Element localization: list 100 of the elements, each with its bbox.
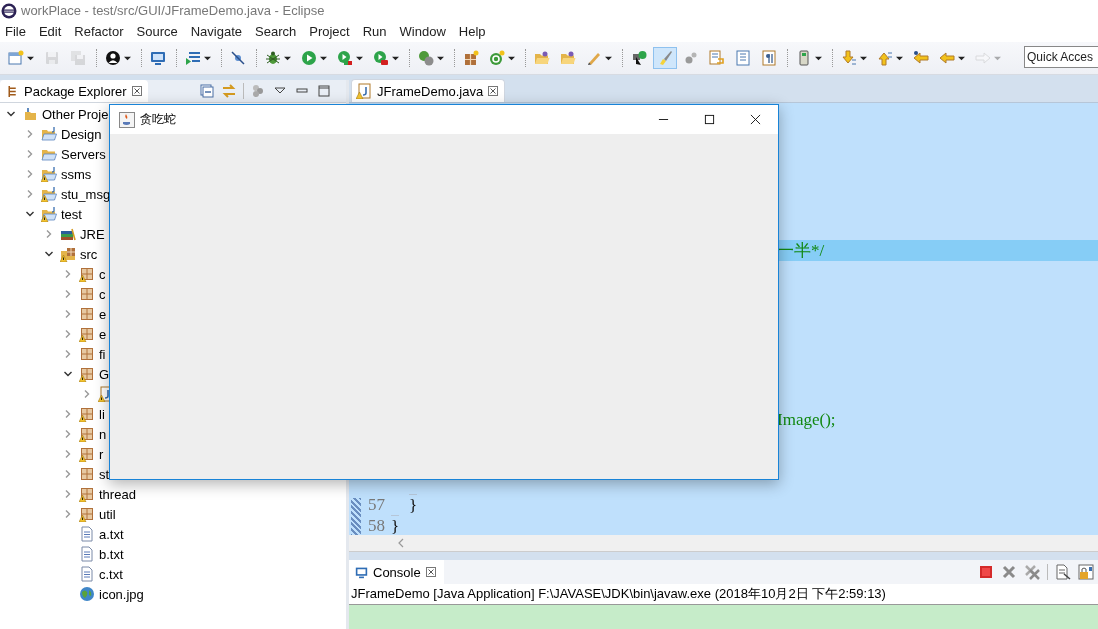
menu-item[interactable]: Search (251, 24, 301, 39)
close-icon[interactable] (488, 86, 499, 96)
caret-icon (284, 54, 291, 62)
tree-item-label[interactable]: Servers (61, 146, 106, 162)
collapse-chevron-icon[interactable] (25, 209, 35, 219)
maximize-icon (703, 114, 715, 125)
tree-item-label[interactable]: li (99, 406, 105, 422)
expand-chevron-icon[interactable] (44, 229, 54, 239)
expand-chevron-icon[interactable] (25, 129, 35, 139)
tree-item-label[interactable]: Design (61, 126, 102, 142)
expand-chevron-icon[interactable] (63, 289, 73, 299)
tree-item-label[interactable]: thread (99, 486, 136, 502)
tree-item-label[interactable]: ssms (61, 166, 92, 182)
refresh-icon (418, 50, 434, 66)
tree-item-label[interactable]: a.txt (99, 526, 124, 542)
tree-item-label[interactable]: c (99, 286, 106, 302)
tree-item-label[interactable]: util (99, 506, 116, 522)
tree-item-label[interactable]: icon.jpg (99, 586, 144, 602)
class-icon (489, 50, 505, 66)
tab-label: Console (373, 564, 421, 580)
tree-item-label[interactable]: e (99, 326, 107, 342)
menu-item[interactable]: Window (395, 24, 450, 39)
expand-chevron-icon[interactable] (63, 409, 73, 419)
tree-item-label[interactable]: G (99, 366, 110, 382)
quick-access-field[interactable]: Quick Acces (1024, 46, 1098, 68)
tab-label: Package Explorer (24, 83, 127, 99)
remove-all-icon[interactable] (1024, 564, 1040, 580)
close-icon[interactable] (425, 567, 436, 577)
collapse-all-icon[interactable] (199, 83, 215, 99)
scroll-left-icon[interactable] (397, 538, 405, 548)
caret-icon (815, 54, 822, 62)
scroll-lock-icon[interactable] (1078, 564, 1094, 580)
focus-icon[interactable] (250, 83, 266, 99)
tree-item-label[interactable]: c (99, 266, 106, 282)
tab-label: JFrameDemo.java (377, 83, 484, 99)
bug-icon (265, 50, 281, 66)
menu-item[interactable]: Navigate (186, 24, 246, 39)
folder-icon (534, 50, 550, 66)
window-title: workPlace - test/src/GUI/JFrameDemo.java - Eclipse (21, 3, 325, 18)
editor-tab[interactable]: JFrameDemo.java (351, 79, 506, 102)
tree-item-label[interactable]: st (99, 466, 110, 482)
down-arrow-icon (841, 50, 857, 66)
expand-chevron-icon[interactable] (63, 469, 73, 479)
menu-item[interactable]: Help (454, 24, 490, 39)
collapse-chevron-icon[interactable] (6, 109, 16, 119)
menu-item[interactable]: Edit (34, 24, 66, 39)
maximize-icon[interactable] (316, 83, 332, 99)
expand-chevron-icon[interactable] (25, 169, 35, 179)
save-all-icon (70, 50, 86, 66)
expand-chevron-icon[interactable] (63, 309, 73, 319)
tree-item-label[interactable]: r (99, 446, 104, 462)
tree-item-label[interactable]: JRE (80, 226, 105, 242)
brush-icon (657, 50, 673, 66)
expand-chevron-icon[interactable] (25, 189, 35, 199)
caret-icon (204, 54, 211, 62)
expand-chevron-icon[interactable] (63, 449, 73, 459)
tree-item-label[interactable]: test (61, 206, 82, 222)
stop-icon[interactable] (978, 564, 994, 580)
tree-item-label[interactable]: Other Proje (42, 106, 109, 122)
menu-item[interactable]: Run (358, 24, 391, 39)
remove-icon[interactable] (1001, 564, 1017, 580)
menu-item[interactable]: Source (132, 24, 182, 39)
pen-icon (586, 50, 602, 66)
caret-icon (605, 54, 612, 62)
document-icon[interactable] (1055, 564, 1071, 580)
expand-chevron-icon[interactable] (63, 349, 73, 359)
caret-icon (320, 54, 327, 62)
menu-item[interactable]: Refactor (70, 24, 128, 39)
caret-icon (958, 54, 965, 62)
tree-item-label[interactable]: c.txt (99, 566, 123, 582)
package-explorer-tab[interactable]: Package Explorer (0, 80, 148, 102)
close-icon[interactable] (131, 86, 142, 96)
link-icon[interactable] (221, 83, 237, 99)
gears-icon (683, 50, 699, 66)
java-file-icon (356, 83, 372, 99)
menu-item[interactable]: File (1, 24, 30, 39)
tree-item-label[interactable]: fi (99, 346, 106, 362)
menu-item[interactable]: Project (305, 24, 354, 39)
tree-item-label[interactable]: src (80, 246, 98, 262)
console-tab[interactable]: Console (349, 560, 444, 584)
person-icon (105, 50, 121, 66)
device-icon (796, 50, 812, 66)
expand-chevron-icon[interactable] (63, 509, 73, 519)
expand-chevron-icon[interactable] (82, 389, 92, 399)
expand-chevron-icon[interactable] (63, 269, 73, 279)
tree-item-label[interactable]: n (99, 426, 107, 442)
expand-chevron-icon[interactable] (63, 489, 73, 499)
expand-chevron-icon[interactable] (25, 149, 35, 159)
expand-chevron-icon[interactable] (63, 329, 73, 339)
collapse-chevron-icon[interactable] (44, 249, 54, 259)
collapse-chevron-icon[interactable] (63, 369, 73, 379)
tree-item-label[interactable]: e (99, 306, 107, 322)
caret-icon (27, 54, 34, 62)
list-icon (185, 50, 201, 66)
tree-item-label[interactable]: stu_msg (61, 186, 111, 202)
tree-item-label[interactable]: b.txt (99, 546, 124, 562)
caret-icon (508, 54, 515, 62)
expand-chevron-icon[interactable] (63, 429, 73, 439)
whitespace-icon (761, 50, 777, 66)
caret-icon (356, 54, 363, 62)
